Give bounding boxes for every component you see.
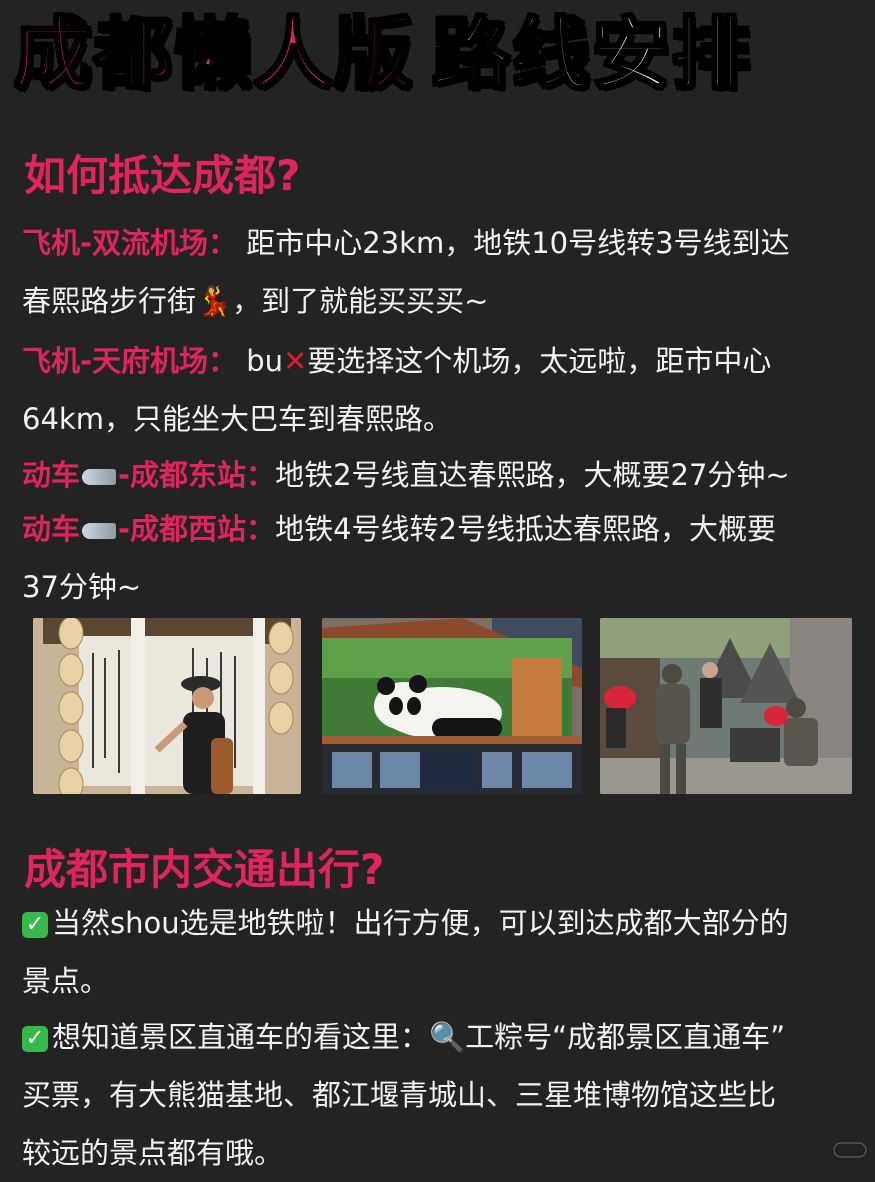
- section2-heading: 成都市内交通出行?: [24, 845, 385, 894]
- item-west-station: 动车 -成都西站：地铁4号线转2号线抵达春熙路，大概要 37分钟~: [22, 500, 862, 616]
- calligraphy-photo: [33, 618, 301, 794]
- item-shuangliu-text1: 距市中心23km，地铁10号线转3号线到达: [246, 226, 790, 260]
- watermark-logo: [833, 1142, 867, 1161]
- bullet-train-icon: [82, 469, 117, 485]
- section1-heading: 如何抵达成都?: [24, 151, 301, 200]
- transport-p2-line1b: 工粽号“成都景区直通车”: [465, 1020, 786, 1054]
- item-tianfu-text3: 64km，只能坐大巴车到春熙路。: [22, 402, 452, 436]
- dancer-emoji-icon: 💃: [196, 284, 233, 318]
- item-west-text1: 地铁4号线转2号线抵达春熙路，大概要: [275, 512, 776, 546]
- green-check-icon: ✓: [22, 912, 48, 938]
- item-shuangliu-label: 飞机-双流机场：: [22, 226, 238, 260]
- item-tianfu: 飞机-天府机场： bu✕要选择这个机场，太远啦，距市中心 64km，只能坐大巴车…: [22, 332, 862, 448]
- magnifier-icon: 🔍: [429, 1020, 466, 1054]
- item-tianfu-text1: bu: [246, 344, 284, 378]
- item-west-label-b: -成都西站：: [118, 512, 276, 546]
- item-tianfu-label: 飞机-天府机场：: [22, 344, 238, 378]
- transport-p2-line2: 买票，有大熊猫基地、都江堰青城山、三星堆博物馆这些比: [22, 1078, 777, 1112]
- transport-p2-line3: 较远的景点都有哦。: [22, 1136, 284, 1170]
- item-shuangliu: 飞机-双流机场： 距市中心23km，地铁10号线转3号线到达 春熙路步行街💃，到…: [22, 214, 862, 330]
- title-right: 路线安排: [431, 9, 753, 102]
- transport-p1-line1: 当然shou选是地铁啦！出行方便，可以到达成都大部分的: [52, 906, 789, 940]
- transport-para-1: ✓ 当然shou选是地铁啦！出行方便，可以到达成都大部分的 景点。: [22, 894, 862, 1010]
- title-left: 成都懒人版: [12, 9, 415, 102]
- item-shuangliu-text2: 春熙路步行街: [22, 284, 197, 318]
- item-east-label-a: 动车: [22, 458, 81, 492]
- title-banner: 成都懒人版 路线安排: [12, 9, 753, 102]
- panda-billboard-photo: [322, 618, 582, 794]
- transport-para-2: ✓ 想知道景区直通车的看这里：🔍工粽号“成都景区直通车” 买票，有大熊猫基地、都江…: [22, 1008, 862, 1182]
- item-east-station: 动车 -成都东站：地铁2号线直达春熙路，大概要27分钟~: [22, 446, 862, 504]
- red-x-icon: ✕: [283, 344, 308, 378]
- street-performer-photo: [600, 618, 852, 794]
- item-west-label-a: 动车: [22, 512, 81, 546]
- bullet-train-icon: [82, 523, 117, 539]
- item-shuangliu-text3: ，到了就能买买买~: [232, 284, 489, 318]
- item-west-text2: 37分钟~: [22, 570, 142, 604]
- item-tianfu-text2: 要选择这个机场，太远啦，距市中心: [307, 344, 772, 378]
- transport-p2-line1a: 想知道景区直通车的看这里：: [52, 1020, 430, 1054]
- transport-p1-line2: 景点。: [22, 964, 110, 998]
- item-east-text: 地铁2号线直达春熙路，大概要27分钟~: [275, 458, 790, 492]
- item-east-label-b: -成都东站：: [118, 458, 276, 492]
- green-check-icon: ✓: [22, 1026, 48, 1052]
